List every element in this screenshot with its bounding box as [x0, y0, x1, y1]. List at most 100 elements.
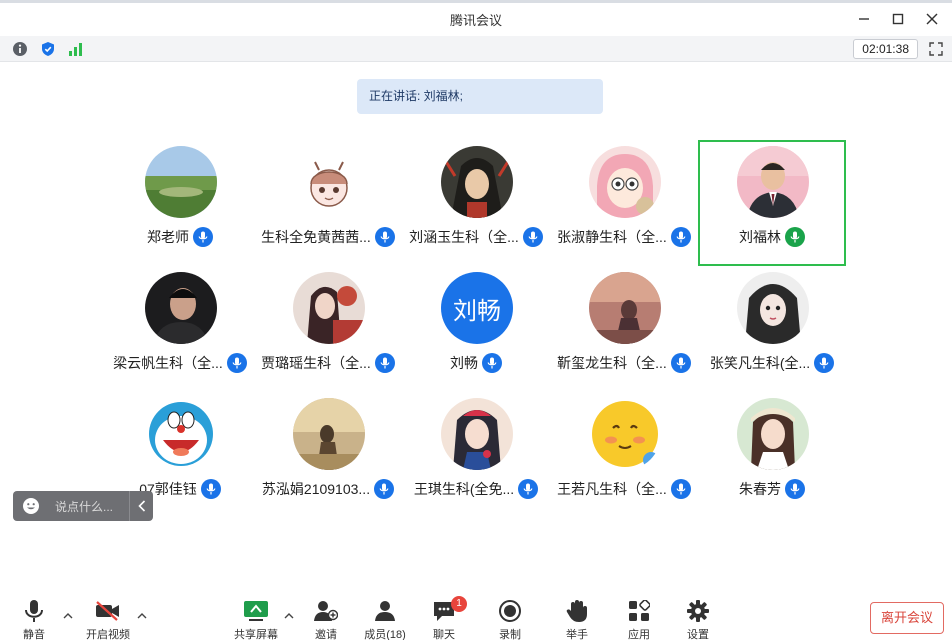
- participant-name: 刘涵玉生科（全...: [409, 229, 519, 245]
- mic-icon: [518, 479, 539, 499]
- record-icon: [480, 598, 540, 624]
- participant-tile[interactable]: 张淑静生科（全...: [550, 140, 698, 266]
- participant-tile[interactable]: 张笑凡生科(全...: [698, 266, 846, 392]
- share-screen-icon: [226, 598, 286, 624]
- avatar: [145, 272, 217, 344]
- raise-hand-label: 举手: [566, 629, 588, 640]
- chat-label: 聊天: [433, 629, 455, 640]
- microphone-icon: [4, 598, 64, 624]
- meeting-info-bar: 02:01:38: [0, 36, 952, 62]
- speaking-banner: 正在讲话: 刘福林;: [357, 79, 603, 114]
- mic-icon: [482, 353, 502, 373]
- apps-icon: [609, 598, 669, 624]
- members-icon: [355, 598, 415, 624]
- chevron-up-icon[interactable]: [283, 610, 295, 622]
- collapse-chevron-icon[interactable]: [129, 491, 153, 521]
- participant-tile[interactable]: 苏泓娟2109103...: [254, 392, 402, 518]
- participant-tile[interactable]: 贾璐瑶生科（全...: [254, 266, 402, 392]
- participant-name: 朱春芳: [739, 481, 781, 497]
- participant-tile[interactable]: 王若凡生科（全...: [550, 392, 698, 518]
- video-label: 开启视频: [86, 629, 130, 640]
- chat-quick-input[interactable]: 说点什么...: [13, 491, 153, 521]
- participant-tile[interactable]: 王琪生科(全免...: [402, 392, 550, 518]
- mute-button[interactable]: 静音: [4, 598, 64, 640]
- participant-tile[interactable]: 刘畅 刘畅: [402, 266, 550, 392]
- chevron-up-icon[interactable]: [136, 610, 148, 622]
- chat-button[interactable]: 1 聊天: [414, 596, 474, 640]
- participant-name: 张笑凡生科(全...: [709, 355, 811, 371]
- participant-name: 刘畅: [450, 355, 478, 371]
- participant-name: 郑老师: [147, 229, 189, 245]
- avatar: [737, 398, 809, 470]
- mic-icon: [670, 227, 691, 247]
- avatar: [589, 272, 661, 344]
- fullscreen-icon[interactable]: [926, 39, 946, 59]
- participant-name: 王若凡生科（全...: [557, 481, 667, 497]
- participant-name: 靳玺龙生科（全...: [557, 355, 667, 371]
- invite-button[interactable]: 邀请: [296, 598, 356, 640]
- participant-name: 梁云帆生科（全...: [113, 355, 223, 371]
- maximize-button[interactable]: [886, 9, 910, 29]
- emoji-icon[interactable]: [19, 494, 43, 518]
- mute-label: 静音: [23, 629, 45, 640]
- window-title: 腾讯会议: [449, 13, 502, 28]
- avatar: 刘畅: [441, 272, 513, 344]
- avatar: [293, 272, 365, 344]
- add-user-icon: [296, 598, 356, 624]
- record-label: 录制: [499, 629, 521, 640]
- chevron-up-icon[interactable]: [62, 610, 74, 622]
- participant-name: 刘福林: [739, 229, 781, 245]
- avatar: [589, 398, 661, 470]
- share-label: 共享屏幕: [234, 629, 278, 640]
- avatar: [737, 146, 809, 218]
- members-button[interactable]: 成员(18): [355, 598, 415, 640]
- participant-name: 张淑静生科（全...: [557, 229, 667, 245]
- share-screen-button[interactable]: 共享屏幕: [226, 598, 286, 640]
- raise-hand-button[interactable]: 举手: [547, 598, 607, 640]
- meeting-toolbar: 静音 开启视频 共享屏幕 邀请 成员(18) 1 聊天 录制 举手 应用 设置 …: [0, 596, 952, 640]
- active-speaker-tile[interactable]: 刘福林: [698, 140, 846, 266]
- record-button[interactable]: 录制: [480, 598, 540, 640]
- participant-tile[interactable]: 梁云帆生科（全...: [106, 266, 254, 392]
- avatar: [737, 272, 809, 344]
- participant-name: 王琪生科(全免...: [413, 481, 515, 497]
- mic-icon: [785, 479, 805, 499]
- participant-tile[interactable]: 朱春芳: [698, 392, 846, 518]
- participant-tile[interactable]: 郑老师: [106, 140, 254, 266]
- participant-name: 生科全免黄茜茜...: [261, 229, 371, 245]
- apps-label: 应用: [628, 629, 650, 640]
- minimize-button[interactable]: [852, 9, 876, 29]
- mic-icon: [200, 479, 221, 499]
- participant-name: 贾璐瑶生科（全...: [261, 355, 371, 371]
- participant-tile[interactable]: 靳玺龙生科（全...: [550, 266, 698, 392]
- mic-active-icon: [785, 227, 805, 247]
- start-video-button[interactable]: 开启视频: [78, 598, 138, 640]
- avatar: [293, 398, 365, 470]
- avatar: [145, 146, 217, 218]
- close-button[interactable]: [920, 9, 944, 29]
- apps-button[interactable]: 应用: [609, 598, 669, 640]
- signal-icon[interactable]: [66, 39, 86, 59]
- hand-icon: [547, 598, 607, 624]
- avatar: [441, 398, 513, 470]
- settings-button[interactable]: 设置: [668, 598, 728, 640]
- title-bar: 腾讯会议: [0, 0, 952, 34]
- shield-icon[interactable]: [38, 39, 58, 59]
- window-controls: [852, 9, 944, 29]
- participant-tile[interactable]: 刘涵玉生科（全...: [402, 140, 550, 266]
- info-icon[interactable]: [10, 39, 30, 59]
- avatar: [589, 146, 661, 218]
- avatar: [145, 398, 217, 470]
- invite-label: 邀请: [315, 629, 337, 640]
- leave-meeting-button[interactable]: 离开会议: [870, 602, 944, 634]
- gear-icon: [668, 598, 728, 624]
- participant-tile[interactable]: 生科全免黄茜茜...: [254, 140, 402, 266]
- mic-icon: [193, 227, 213, 247]
- chat-unread-badge: 1: [451, 596, 467, 612]
- settings-label: 设置: [687, 629, 709, 640]
- participant-name: 苏泓娟2109103...: [261, 481, 371, 497]
- mic-icon: [814, 353, 835, 373]
- chat-placeholder[interactable]: 说点什么...: [55, 498, 119, 515]
- avatar: [293, 146, 365, 218]
- meeting-timer: 02:01:38: [853, 39, 918, 59]
